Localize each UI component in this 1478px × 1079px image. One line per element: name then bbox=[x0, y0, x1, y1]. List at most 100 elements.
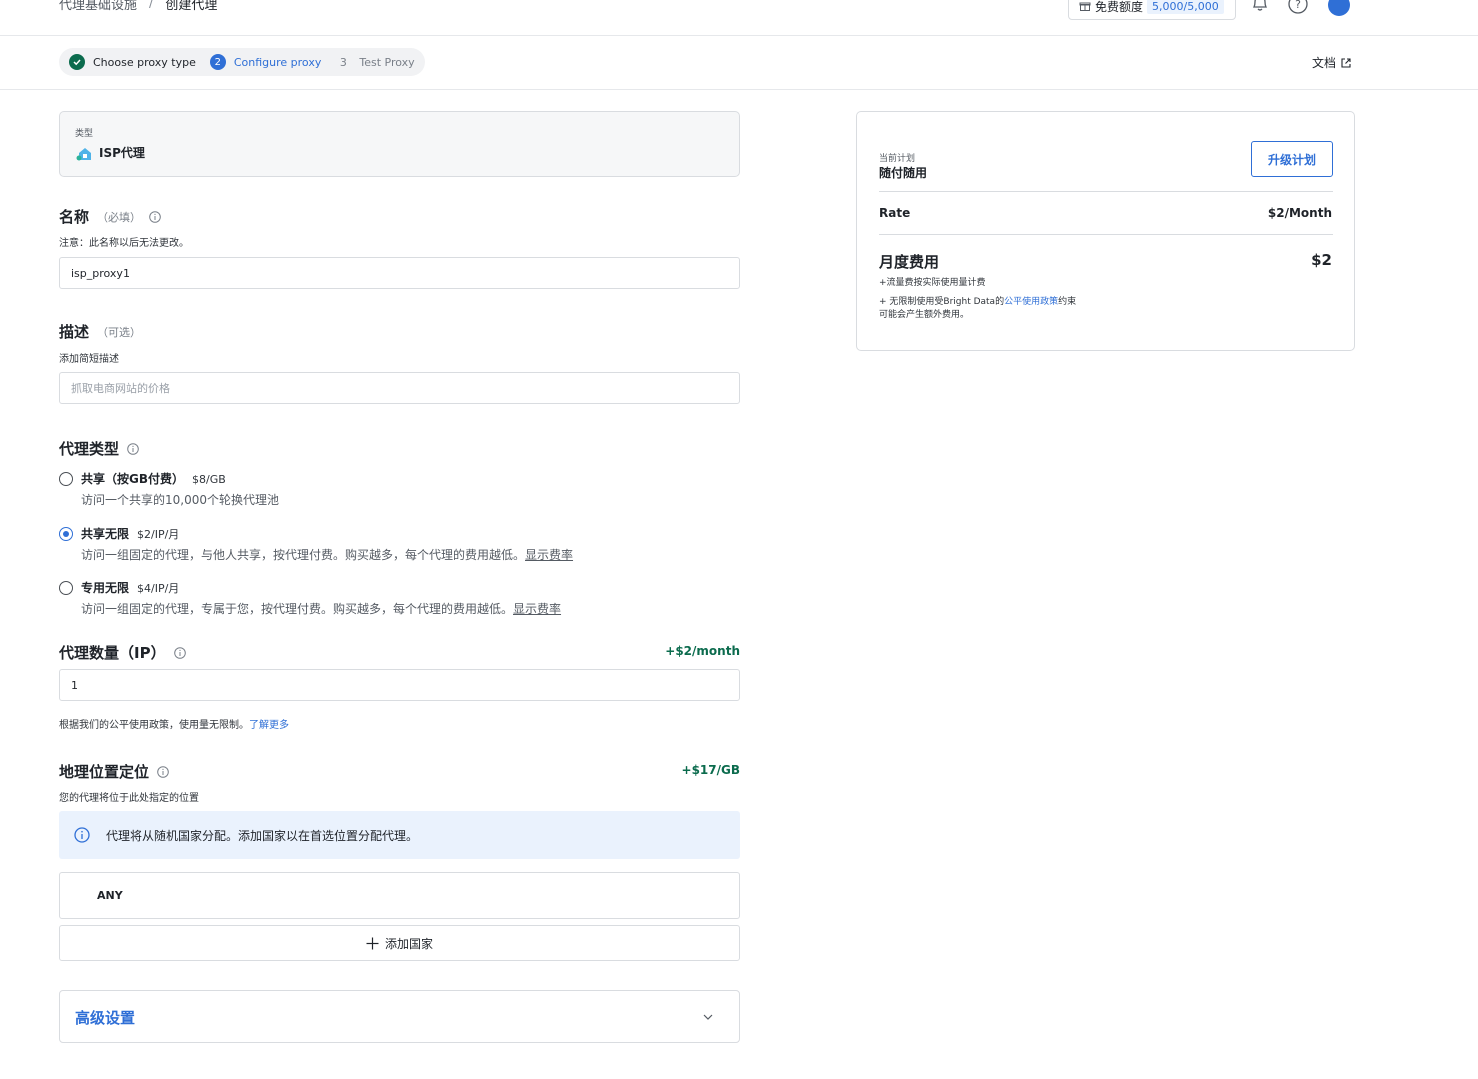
check-icon bbox=[69, 54, 85, 70]
proxy-count-note-text: 根据我们的公平使用政策，使用量无限制。 bbox=[59, 720, 249, 731]
info-icon[interactable] bbox=[127, 442, 139, 455]
info-icon[interactable] bbox=[173, 646, 186, 659]
bell-icon[interactable] bbox=[1251, 0, 1269, 14]
description-optional-hint: （可选） bbox=[97, 325, 142, 339]
step-choose-type[interactable]: Choose proxy type bbox=[69, 54, 196, 70]
add-country-button[interactable]: 添加国家 bbox=[59, 925, 740, 961]
option-price: $4/IP/月 bbox=[137, 582, 180, 595]
stepper-bar: Choose proxy type 2 Configure proxy 3 Te… bbox=[0, 36, 1478, 90]
option-description: 访问一个共享的10,000个轮换代理池 bbox=[81, 493, 279, 507]
monthly-cost-label: 月度费用 bbox=[879, 253, 940, 271]
step3-number: 3 bbox=[339, 55, 347, 69]
description-title: 描述 bbox=[59, 323, 90, 341]
option-price: $2/IP/月 bbox=[137, 528, 180, 541]
gift-icon bbox=[1079, 2, 1091, 11]
description-input[interactable]: 抓取电商网站的价格 bbox=[59, 372, 740, 404]
description-field-title: 描述 （可选） bbox=[59, 321, 141, 342]
step-configure-proxy[interactable]: 2 Configure proxy bbox=[209, 54, 322, 70]
upgrade-plan-button[interactable]: 升级计划 bbox=[1251, 141, 1333, 177]
free-quota-badge[interactable]: 免费额度 5,000/5,000 bbox=[1068, 0, 1236, 20]
radio-button[interactable] bbox=[59, 581, 73, 595]
proxy-type-title: 代理类型 bbox=[59, 438, 139, 459]
geo-title: 地理位置定位 bbox=[59, 761, 169, 782]
plan-summary-card: 当前计划 随付随用 升级计划 Rate $2/Month 月度费用 $2 +流量… bbox=[856, 111, 1355, 351]
monthly-cost-value: $2 bbox=[1311, 251, 1332, 269]
plus-icon bbox=[366, 937, 379, 949]
advanced-settings-accordion[interactable]: 高级设置 bbox=[59, 990, 740, 1043]
country-row[interactable]: ANY bbox=[59, 872, 740, 919]
proxy-count-price: +$2/month bbox=[665, 644, 740, 658]
type-value-text: ISP代理 bbox=[99, 146, 145, 160]
breadcrumb: 代理基础设施 / 创建代理 bbox=[59, 0, 217, 13]
step2-label: Configure proxy bbox=[233, 55, 322, 69]
geo-banner-text: 代理将从随机国家分配。添加国家以在首选位置分配代理。 bbox=[106, 828, 419, 843]
quota-value: 5,000/5,000 bbox=[1147, 0, 1224, 14]
plan-note-suffix: 约束 bbox=[1058, 297, 1077, 307]
name-title: 名称 bbox=[59, 208, 90, 226]
name-input[interactable]: isp_proxy1 bbox=[59, 257, 740, 289]
step1-label: Choose proxy type bbox=[93, 55, 196, 69]
geo-note: 您的代理将位于此处指定的位置 bbox=[59, 793, 199, 804]
proxy-count-input[interactable]: 1 bbox=[59, 669, 740, 701]
current-plan-label: 当前计划 bbox=[879, 154, 916, 164]
proxy-count-title-text: 代理数量（IP） bbox=[59, 644, 166, 662]
current-plan-name: 随付随用 bbox=[879, 166, 928, 180]
info-circle-icon bbox=[74, 827, 90, 843]
option-price: $8/GB bbox=[192, 473, 226, 486]
chevron-down-icon bbox=[703, 1014, 713, 1020]
geo-title-text: 地理位置定位 bbox=[59, 763, 150, 781]
info-icon[interactable] bbox=[149, 210, 161, 223]
info-icon[interactable] bbox=[157, 765, 169, 778]
svg-text:?: ? bbox=[1295, 0, 1301, 11]
rate-label: Rate bbox=[879, 206, 911, 220]
step-test-proxy[interactable]: 3 Test Proxy bbox=[335, 55, 415, 69]
geo-info-banner: 代理将从随机国家分配。添加国家以在首选位置分配代理。 bbox=[59, 811, 740, 859]
country-value: ANY bbox=[97, 889, 123, 902]
plan-note-prefix: + 无限制使用受Bright Data的 bbox=[879, 297, 1005, 307]
option-description: 访问一组固定的代理，专属于您，按代理付费。购买越多，每个代理的费用越低。 bbox=[81, 602, 514, 616]
user-avatar[interactable] bbox=[1328, 0, 1350, 16]
geo-price: +$17/GB bbox=[681, 763, 740, 777]
proxy-type-title-text: 代理类型 bbox=[59, 440, 120, 458]
name-required-hint: （必填） bbox=[97, 210, 142, 224]
breadcrumb-current: 创建代理 bbox=[165, 0, 218, 13]
proxy-type-card: 类型 ISP代理 bbox=[59, 111, 740, 177]
add-country-label: 添加国家 bbox=[384, 936, 433, 951]
name-note: 注意：此名称以后无法更改。 bbox=[59, 238, 189, 249]
proxy-type-option-shared-gb[interactable]: 共享（按GB付费） $8/GB 访问一个共享的10,000个轮换代理池 bbox=[59, 470, 279, 508]
divider bbox=[879, 234, 1333, 235]
learn-more-link[interactable]: 了解更多 bbox=[249, 720, 289, 731]
isp-building-icon bbox=[76, 147, 91, 160]
radio-button[interactable] bbox=[59, 527, 73, 541]
breadcrumb-separator: / bbox=[149, 0, 154, 11]
top-bar: 代理基础设施 / 创建代理 免费额度 5,000/5,000 ? bbox=[0, 0, 1478, 36]
step2-number: 2 bbox=[209, 54, 226, 70]
plan-note-fair-use: + 无限制使用受Bright Data的公平使用政策约束 bbox=[879, 296, 1076, 309]
option-description: 访问一组固定的代理，与他人共享，按代理付费。购买越多，每个代理的费用越低。 bbox=[81, 548, 526, 562]
step3-label: Test Proxy bbox=[359, 55, 415, 69]
quota-label: 免费额度 bbox=[1095, 0, 1144, 14]
docs-label: 文档 bbox=[1312, 56, 1337, 70]
show-rates-link[interactable]: 显示费率 bbox=[525, 548, 573, 562]
proxy-type-option-dedicated-unlimited[interactable]: 专用无限 $4/IP/月 访问一组固定的代理，专属于您，按代理付费。购买越多，每… bbox=[59, 579, 561, 617]
plan-note-extra-fees: 可能会产生额外费用。 bbox=[879, 310, 970, 320]
divider bbox=[879, 191, 1333, 192]
plan-note-traffic: +流量费按实际使用量计费 bbox=[879, 278, 986, 288]
option-title: 共享无限 bbox=[81, 527, 130, 541]
help-icon[interactable]: ? bbox=[1288, 0, 1308, 14]
breadcrumb-parent-link[interactable]: 代理基础设施 bbox=[59, 0, 137, 13]
description-note: 添加简短描述 bbox=[59, 354, 119, 365]
rate-value: $2/Month bbox=[1267, 206, 1332, 220]
radio-button[interactable] bbox=[59, 472, 73, 486]
proxy-count-note: 根据我们的公平使用政策，使用量无限制。了解更多 bbox=[59, 716, 289, 731]
docs-link[interactable]: 文档 bbox=[1312, 54, 1352, 71]
stepper: Choose proxy type 2 Configure proxy 3 Te… bbox=[59, 48, 425, 76]
proxy-count-title: 代理数量（IP） bbox=[59, 642, 186, 663]
type-value: ISP代理 bbox=[76, 144, 145, 161]
fair-use-policy-link[interactable]: 公平使用政策 bbox=[1004, 297, 1058, 307]
show-rates-link[interactable]: 显示费率 bbox=[513, 602, 561, 616]
advanced-settings-title: 高级设置 bbox=[75, 1009, 136, 1027]
external-link-icon bbox=[1341, 57, 1351, 68]
proxy-type-option-shared-unlimited[interactable]: 共享无限 $2/IP/月 访问一组固定的代理，与他人共享，按代理付费。购买越多，… bbox=[59, 525, 573, 563]
option-title: 专用无限 bbox=[81, 581, 130, 595]
